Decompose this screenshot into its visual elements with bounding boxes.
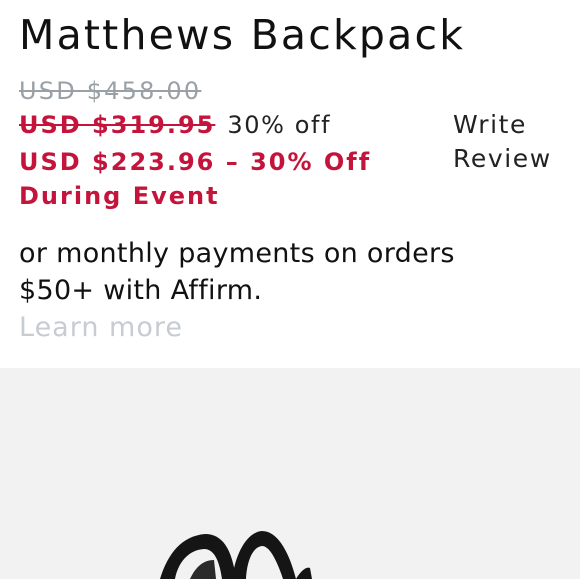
product-image[interactable] — [0, 368, 580, 579]
discount-label: 30% off — [227, 111, 332, 139]
affirm-text: or monthly payments on orders $50+ with … — [19, 238, 455, 306]
price-block: USD $458.00 USD $319.95 30% off USD $223.… — [19, 74, 439, 213]
write-review-link[interactable]: Write Review — [453, 108, 578, 176]
original-price: USD $458.00 — [19, 77, 202, 105]
event-price: USD $223.96 – 30% Off During Event — [19, 148, 372, 210]
product-page: Matthews Backpack USD $458.00 USD $319.9… — [0, 0, 580, 579]
product-title: Matthews Backpack — [19, 11, 466, 59]
sale-line: USD $319.95 30% off — [19, 108, 439, 145]
backpack-image — [160, 531, 312, 579]
learn-more-link[interactable]: Learn more — [19, 309, 183, 346]
sale-price: USD $319.95 — [19, 111, 216, 139]
